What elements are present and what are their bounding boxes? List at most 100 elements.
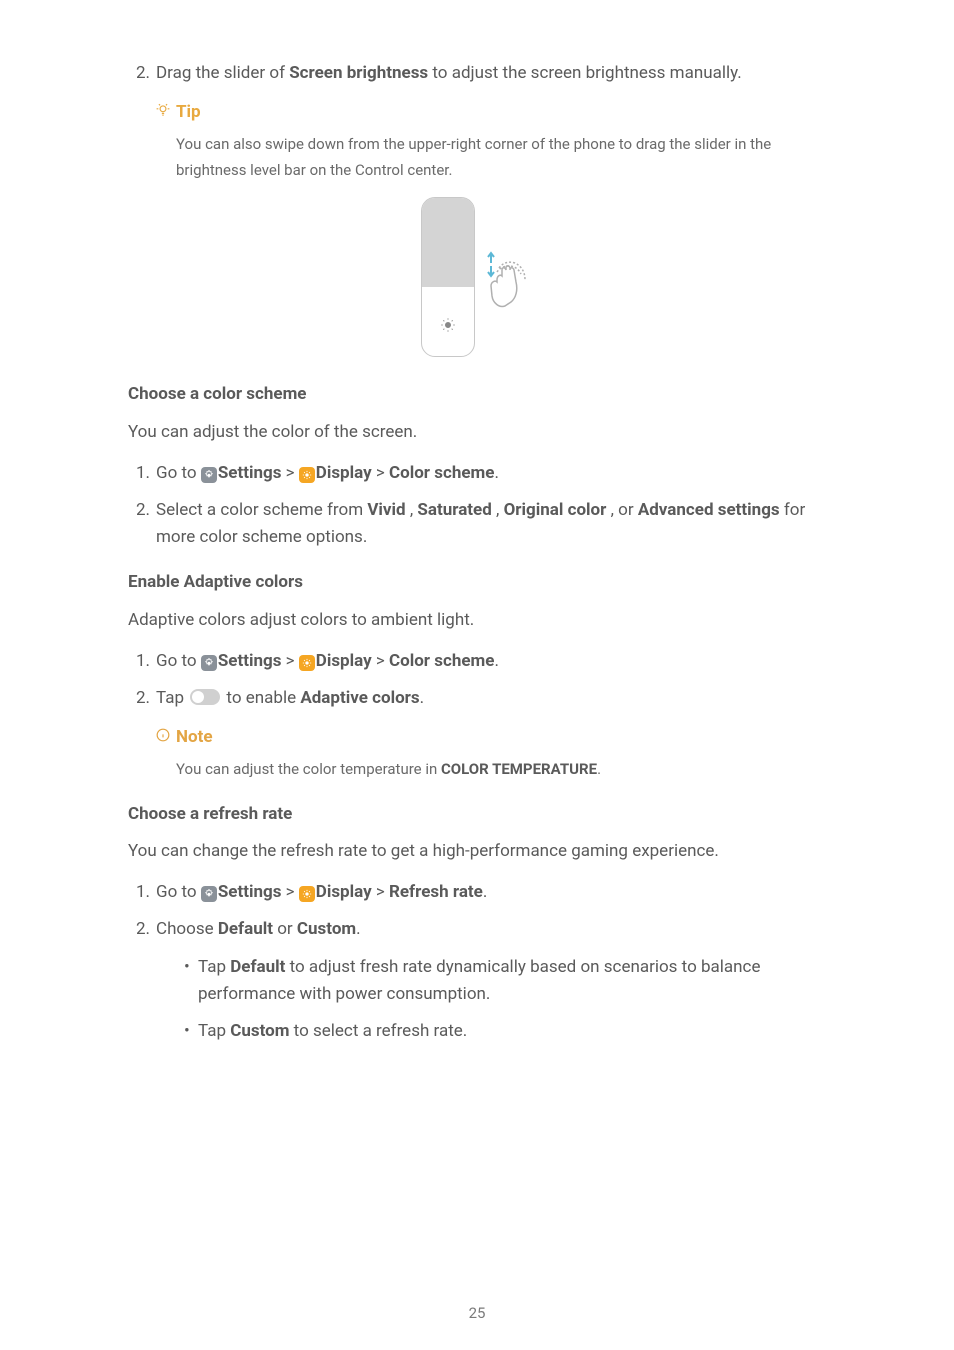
text: Go to: [156, 463, 201, 483]
list-item: 2. Choose Default or Custom. • Tap Defau…: [128, 916, 826, 1045]
bullet-body: Tap Custom to select a refresh rate.: [198, 1018, 467, 1045]
text: to enable: [222, 688, 300, 708]
bold-text: Settings: [218, 463, 282, 483]
tip-body: You can also swipe down from the upper-r…: [176, 132, 826, 183]
bold-text: Settings: [218, 882, 282, 902]
bullet-body: Tap Default to adjust fresh rate dynamic…: [198, 954, 826, 1008]
text: You can adjust the color temperature in: [176, 760, 441, 778]
list-body: Go to Settings > Display > Color scheme.: [156, 460, 826, 487]
tip-header: Tip: [156, 99, 826, 126]
bold-text: Screen brightness: [289, 63, 428, 83]
list-number: 2.: [128, 497, 150, 551]
bold-text: Color scheme: [389, 651, 494, 671]
text: to select a refresh rate.: [289, 1021, 467, 1041]
display-icon: [299, 886, 315, 902]
text: .: [420, 688, 424, 708]
paragraph: You can adjust the color of the screen.: [128, 419, 826, 446]
text: .: [494, 463, 498, 483]
tip-label: Tip: [176, 99, 201, 126]
info-icon: [156, 724, 170, 751]
bold-text: Display: [316, 463, 372, 483]
bold-text: Default: [230, 957, 285, 977]
bold-text: Display: [316, 882, 372, 902]
list-item: 1. Go to Settings > Display > Refresh ra…: [128, 879, 826, 906]
bold-text: COLOR TEMPERATURE: [441, 760, 597, 778]
list-item: 1. Go to Settings > Display > Color sche…: [128, 460, 826, 487]
note-label: Note: [176, 724, 213, 751]
text: Tap: [198, 957, 230, 977]
slider-track: [421, 197, 475, 357]
text: .: [356, 919, 360, 939]
display-icon: [299, 655, 315, 671]
brightness-slider-illustration: [128, 197, 826, 357]
lightbulb-icon: [156, 99, 170, 126]
text: >: [372, 882, 389, 902]
display-icon: [299, 467, 315, 483]
list-number: 1.: [128, 648, 150, 675]
section-heading: Choose a color scheme: [128, 381, 826, 408]
text: Tap: [156, 688, 188, 708]
text: Go to: [156, 651, 201, 671]
bold-text: Custom: [230, 1021, 289, 1041]
text: >: [372, 463, 389, 483]
bold-text: Refresh rate: [389, 882, 483, 902]
list-body: Go to Settings > Display > Color scheme.: [156, 648, 826, 675]
page-number: 25: [0, 1304, 954, 1322]
list-body: Select a color scheme from Vivid , Satur…: [156, 497, 826, 551]
settings-icon: [201, 467, 217, 483]
list-item: 2. Tap to enable Adaptive colors.: [128, 685, 826, 712]
list-number: 2.: [128, 60, 150, 87]
section-heading: Enable Adaptive colors: [128, 569, 826, 596]
bullet-dot: •: [184, 1018, 198, 1045]
bold-text: Advanced settings: [638, 500, 780, 520]
bold-text: Vivid: [367, 500, 405, 520]
note-header: Note: [156, 724, 826, 751]
note-body: You can adjust the color temperature in …: [176, 757, 826, 783]
text: >: [281, 882, 298, 902]
list-body: Go to Settings > Display > Refresh rate.: [156, 879, 826, 906]
list-item: 1. Go to Settings > Display > Color sche…: [128, 648, 826, 675]
tip-callout: Tip You can also swipe down from the upp…: [156, 99, 826, 183]
bullet-item: • Tap Default to adjust fresh rate dynam…: [184, 954, 826, 1008]
bullet-item: • Tap Custom to select a refresh rate.: [184, 1018, 826, 1045]
note-callout: Note You can adjust the color temperatur…: [156, 724, 826, 783]
text: to adjust the screen brightness manually…: [428, 63, 742, 83]
text: Choose: [156, 919, 218, 939]
list-body: Drag the slider of Screen brightness to …: [156, 60, 826, 87]
text: Tap: [198, 1021, 230, 1041]
bold-text: Color scheme: [389, 463, 494, 483]
text: >: [372, 651, 389, 671]
bold-text: Original color: [504, 500, 607, 520]
bold-text: Default: [218, 919, 273, 939]
text: >: [281, 651, 298, 671]
list-number: 2.: [128, 916, 150, 1045]
bold-text: Adaptive colors: [300, 688, 419, 708]
text: ,: [492, 500, 504, 520]
list-number: 2.: [128, 685, 150, 712]
list-body: Tap to enable Adaptive colors.: [156, 685, 826, 712]
section-heading: Choose a refresh rate: [128, 801, 826, 828]
text: Drag the slider of: [156, 63, 289, 83]
drag-hand-icon: [483, 248, 533, 327]
list-number: 1.: [128, 460, 150, 487]
text: Go to: [156, 882, 201, 902]
settings-icon: [201, 655, 217, 671]
doc-content: 2. Drag the slider of Screen brightness …: [128, 60, 826, 1045]
bold-text: Display: [316, 651, 372, 671]
text: .: [483, 882, 487, 902]
text: >: [281, 463, 298, 483]
paragraph: Adaptive colors adjust colors to ambient…: [128, 607, 826, 634]
toggle-icon: [190, 689, 220, 705]
text: .: [494, 651, 498, 671]
settings-icon: [201, 886, 217, 902]
bold-text: Saturated: [417, 500, 491, 520]
bold-text: Settings: [218, 651, 282, 671]
text: , or: [606, 500, 637, 520]
slider-fill: [422, 198, 474, 286]
list-body: Choose Default or Custom. • Tap Default …: [156, 916, 826, 1045]
list-item: 2. Drag the slider of Screen brightness …: [128, 60, 826, 87]
list-item: 2. Select a color scheme from Vivid , Sa…: [128, 497, 826, 551]
text: ,: [406, 500, 418, 520]
text: .: [597, 760, 601, 778]
list-number: 1.: [128, 879, 150, 906]
